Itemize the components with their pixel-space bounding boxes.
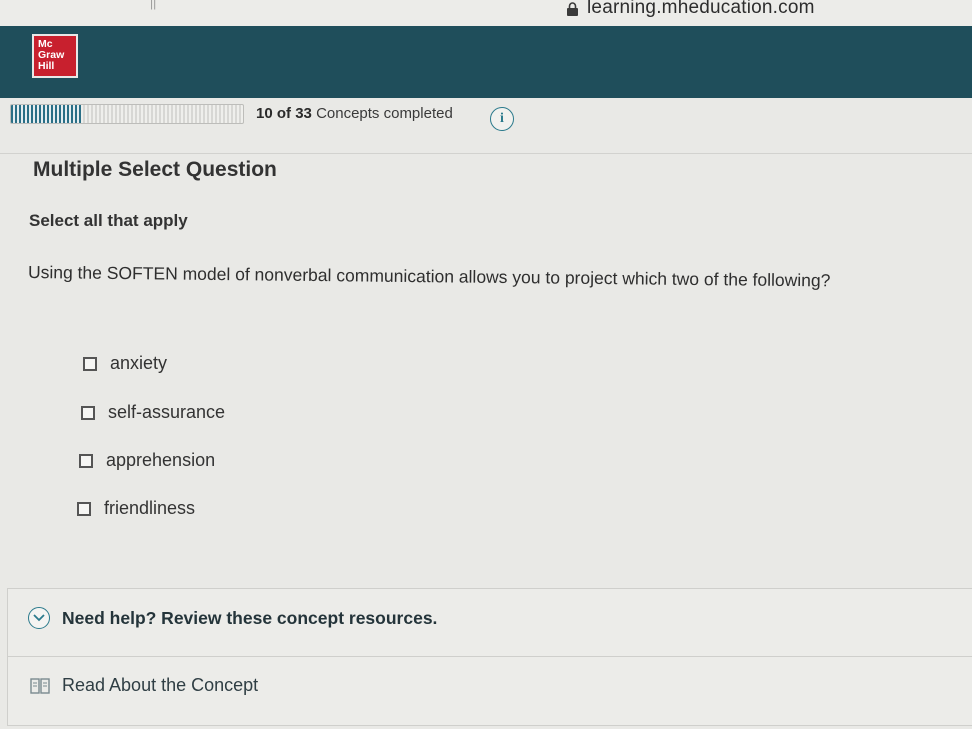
answer-option-anxiety[interactable]: anxiety (83, 353, 167, 374)
help-toggle-label: Need help? Review these concept resource… (62, 607, 438, 628)
app-header: Mc Graw Hill (0, 26, 972, 98)
answer-option-friendliness[interactable]: friendliness (77, 498, 195, 519)
progress-of: of (276, 105, 292, 122)
book-icon (30, 677, 50, 694)
mcgraw-hill-logo[interactable]: Mc Graw Hill (32, 34, 78, 78)
logo-line: Hill (38, 60, 55, 72)
help-panel: Need help? Review these concept resource… (7, 588, 972, 726)
question-type-title: Multiple Select Question (33, 158, 277, 181)
answer-option-self-assurance[interactable]: self-assurance (81, 402, 225, 423)
checkbox[interactable] (79, 453, 93, 468)
progress-completed: 10 (256, 105, 273, 122)
read-about-concept-link[interactable]: Read About the Concept (30, 675, 258, 696)
info-icon[interactable]: i (490, 107, 514, 131)
help-toggle-button[interactable]: Need help? Review these concept resource… (28, 607, 437, 629)
resource-link-label: Read About the Concept (62, 675, 259, 695)
progress-bar-fill (11, 105, 82, 123)
address-bar[interactable]: learning.mheducation.com (566, 0, 815, 19)
answer-option-label: apprehension (106, 450, 216, 470)
checkbox[interactable] (83, 356, 97, 371)
progress-label: 10 of 33 Concepts completed (256, 105, 453, 122)
divider (8, 656, 972, 657)
progress-suffix: Concepts completed (316, 105, 453, 122)
answer-option-label: friendliness (104, 498, 196, 518)
url-text: learning.mheducation.com (587, 0, 815, 18)
progress-total: 33 (295, 105, 312, 122)
browser-bar: || learning.mheducation.com (0, 0, 972, 26)
lock-icon (567, 2, 578, 16)
answer-option-label: self-assurance (108, 402, 226, 422)
answer-option-apprehension[interactable]: apprehension (79, 450, 215, 471)
checkbox[interactable] (81, 405, 95, 420)
question-instruction: Select all that apply (29, 211, 188, 230)
progress-bar (10, 104, 244, 124)
checkbox[interactable] (77, 501, 91, 516)
question-prompt: Using the SOFTEN model of nonverbal comm… (27, 262, 831, 291)
progress-row: 10 of 33 Concepts completed i (0, 98, 972, 154)
tab-separator: || (150, 0, 157, 10)
answer-option-label: anxiety (110, 353, 168, 373)
chevron-down-icon (28, 607, 50, 629)
